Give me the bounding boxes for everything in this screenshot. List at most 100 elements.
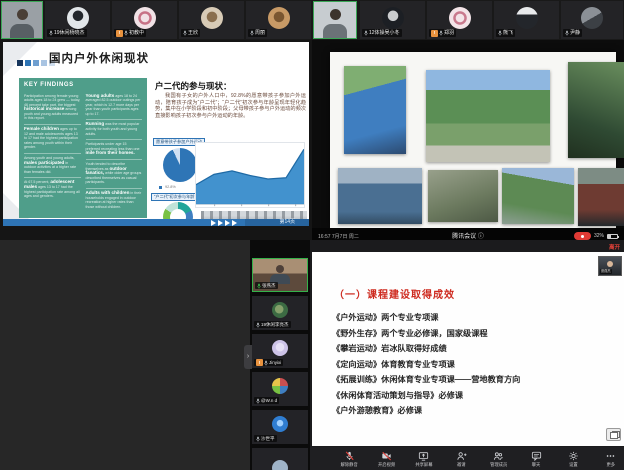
participant-tile[interactable]: ! 郑羽 bbox=[427, 1, 492, 39]
avatar bbox=[268, 7, 290, 29]
avatar bbox=[67, 7, 89, 29]
participant-name-chip: 熊飞 bbox=[496, 29, 515, 37]
mic-icon bbox=[256, 436, 260, 442]
participant-tile[interactable]: 周丽 bbox=[246, 1, 311, 39]
bullet-item: 《户外运动》两个专业专项课 bbox=[332, 310, 617, 326]
self-video-tile[interactable] bbox=[1, 1, 43, 39]
avatar bbox=[382, 7, 404, 29]
battery-icon bbox=[607, 234, 618, 239]
slide-heading: （一）课程建设取得成效 bbox=[334, 286, 455, 301]
mic-icon bbox=[364, 30, 368, 36]
unmute-button[interactable]: 解除静音 bbox=[336, 451, 362, 467]
participant-name: @W.n d bbox=[261, 397, 277, 404]
mic-icon bbox=[565, 30, 569, 36]
participant-name-chip: 沙世平 bbox=[254, 435, 277, 442]
participant-name: 12体操吴小冬 bbox=[369, 29, 400, 37]
section-paragraph: 我国有子女的户外人口中，92.8%的愿意带孩子参加户外运动，陪育孩子成为“户二代… bbox=[155, 93, 306, 120]
participant-tile[interactable]: 尹静 bbox=[561, 1, 623, 39]
participant-tile[interactable]: @W.n d bbox=[252, 372, 308, 406]
participant-name: 初教中 bbox=[129, 29, 144, 37]
manage-members-button[interactable]: 管理成员 bbox=[486, 451, 512, 467]
participant-tile[interactable]: ! Jinyixi bbox=[252, 334, 308, 368]
battery-percent: 32% bbox=[594, 233, 604, 239]
participant-tile[interactable]: 熊飞 bbox=[494, 1, 559, 39]
participant-name-chip: 19休闲李亮杰 bbox=[254, 321, 291, 328]
participant-tile[interactable]: 19休闲李亮杰 bbox=[252, 296, 308, 330]
mic-icon bbox=[498, 30, 502, 36]
key-findings-right-column: Young adults ages 18 to 24 averaged 82.5… bbox=[86, 91, 143, 212]
share-screen-icon bbox=[418, 451, 429, 461]
mic-icon bbox=[256, 398, 260, 404]
avatar bbox=[134, 7, 156, 29]
participant-name: 熊飞 bbox=[503, 29, 513, 37]
avatar bbox=[581, 7, 603, 29]
photo-court-aerial bbox=[578, 168, 624, 226]
person-silhouette bbox=[10, 24, 34, 38]
share-screen-button[interactable]: 共享屏幕 bbox=[411, 451, 437, 467]
participant-filmstrip-left: 19休闲杨晓杰 ! 初教中 王欣 bbox=[0, 0, 312, 40]
participant-tile[interactable]: 12体操吴小冬 bbox=[360, 1, 425, 39]
participant-name: 尹静 bbox=[570, 29, 580, 37]
floating-video-thumbnail[interactable]: 张燕杰 bbox=[598, 256, 622, 276]
camera-off-icon bbox=[381, 451, 392, 461]
settings-button[interactable]: 设置 bbox=[560, 451, 586, 467]
person-silhouette bbox=[607, 261, 613, 267]
participant-name: 19休闲李亮杰 bbox=[261, 321, 289, 328]
participant-name: 王欣 bbox=[188, 29, 198, 37]
participant-name-chip: 19休闲杨晓杰 bbox=[47, 29, 87, 37]
start-video-button[interactable]: 开启视频 bbox=[373, 451, 399, 467]
participant-name-chip: ! Jinyixi bbox=[254, 359, 283, 366]
invite-button[interactable]: 邀请 bbox=[448, 451, 474, 467]
participant-name: 郑羽 bbox=[444, 29, 454, 37]
participant-name-chip: 王欣 bbox=[181, 29, 200, 37]
photo-collage-slide bbox=[330, 52, 616, 228]
participant-tile[interactable]: 王欣 bbox=[179, 1, 244, 39]
restore-window-icon[interactable] bbox=[606, 428, 621, 441]
leave-button[interactable]: 离开 bbox=[609, 243, 620, 251]
key-findings-header: KEY FINDINGS bbox=[24, 82, 142, 88]
diagram-window: 趋势 交桥体系 bbox=[0, 240, 250, 470]
self-video-tile[interactable] bbox=[313, 1, 357, 39]
mic-icon bbox=[124, 30, 128, 36]
photo-climbing-wall bbox=[502, 168, 574, 224]
slide-title: 国内户外休闲现状 bbox=[49, 50, 149, 66]
bullet-item: 《休闲体育活动策划与指导》必修课 bbox=[332, 388, 617, 404]
settings-icon bbox=[568, 451, 579, 461]
key-finding: Youth tended to describe themselves as o… bbox=[86, 159, 143, 188]
participant-name: 19休闲杨晓杰 bbox=[54, 29, 85, 37]
sidebar-collapse-tab[interactable]: › bbox=[244, 345, 252, 369]
participant-tile[interactable]: ! 初教中 bbox=[112, 1, 177, 39]
mic-icon bbox=[256, 322, 260, 328]
participant-tile[interactable]: 19休闲杨晓杰 bbox=[45, 1, 110, 39]
shared-slide-outdoor-status: 国内户外休闲现状 KEY FINDINGS Participation amon… bbox=[3, 42, 309, 226]
more-button[interactable]: 更多 bbox=[598, 451, 624, 467]
invite-icon bbox=[456, 451, 467, 461]
participant-video-tile[interactable]: 张燕杰 bbox=[252, 258, 308, 292]
participant-tile-partial[interactable] bbox=[252, 448, 308, 470]
shared-slide-course-results: （一）课程建设取得成效 《户外运动》两个专业专项课 《野外生存》两个专业必修课，… bbox=[312, 252, 624, 446]
hand-raise-icon: ! bbox=[116, 30, 123, 37]
hand-raise-icon: ! bbox=[431, 30, 438, 37]
record-dot-icon bbox=[581, 235, 584, 238]
participant-name-chip: 张燕杰 bbox=[600, 269, 612, 274]
participant-tile[interactable]: 沙世平 bbox=[252, 410, 308, 444]
participant-name-chip: ! 郑羽 bbox=[429, 29, 456, 37]
mic-muted-icon bbox=[344, 451, 355, 461]
participant-name-chip: ! 初教中 bbox=[114, 29, 146, 37]
key-findings-panel: KEY FINDINGS Participation among female … bbox=[19, 78, 147, 218]
area-chart bbox=[195, 142, 305, 208]
bullet-item: 《户外游憩教育》必修课 bbox=[332, 403, 617, 419]
participant-name-chip: @W.n d bbox=[254, 397, 279, 404]
mic-active-icon bbox=[257, 283, 261, 289]
avatar bbox=[272, 302, 288, 318]
mic-icon bbox=[183, 30, 187, 36]
chevron-arrows-icon bbox=[211, 219, 239, 226]
record-button[interactable] bbox=[574, 232, 591, 240]
participant-name-chip: 尹静 bbox=[563, 29, 582, 37]
key-finding: Participants under age 15 preferred recr… bbox=[86, 139, 143, 159]
chat-button[interactable]: 聊天 bbox=[523, 451, 549, 467]
key-finding: Among youth and young adults, males part… bbox=[24, 153, 81, 177]
chat-icon bbox=[531, 451, 542, 461]
avatar bbox=[272, 460, 288, 470]
participant-name-chip: 周丽 bbox=[248, 29, 267, 37]
